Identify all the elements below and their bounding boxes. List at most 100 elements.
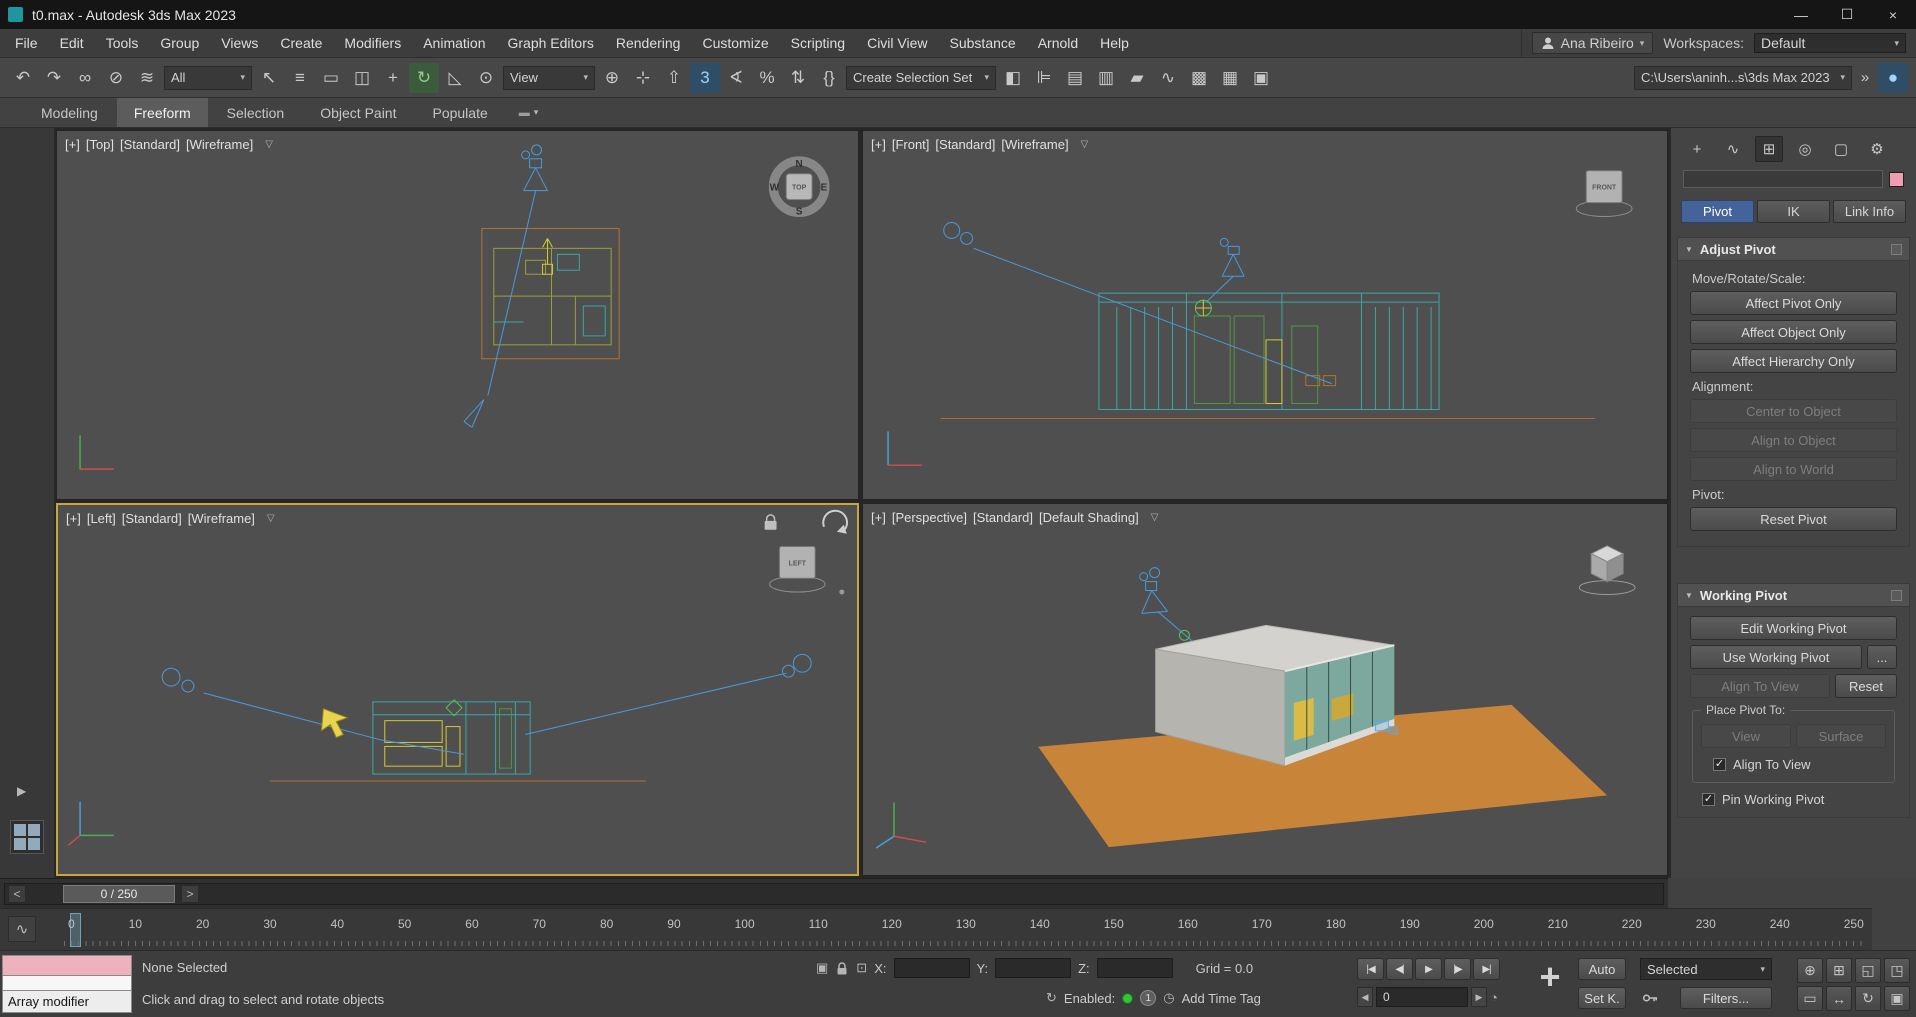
viewport-shading-menu[interactable]: [Default Shading] — [1039, 510, 1139, 525]
frame-spin-up-button[interactable]: ▶ — [1471, 987, 1487, 1007]
redo-icon[interactable]: ↷ — [39, 63, 69, 93]
set-keys-button[interactable]: + — [1528, 955, 1572, 999]
tab-ik[interactable]: IK — [1757, 200, 1830, 223]
menu-customize[interactable]: Customize — [691, 29, 779, 57]
select-and-rotate-icon[interactable]: ↻ — [409, 63, 439, 93]
viewport-left[interactable]: LEFT — [56, 503, 859, 876]
progressive-display-icon[interactable]: ↻ — [1046, 990, 1057, 1006]
ribbon-toggle-icon[interactable]: ▰ — [1122, 63, 1152, 93]
time-slider-grip[interactable]: 0 / 250 — [63, 885, 175, 903]
listener-line[interactable] — [2, 976, 132, 991]
viewport-pov-menu[interactable]: [Top] — [86, 137, 114, 152]
align-icon[interactable]: ⊫ — [1029, 63, 1059, 93]
layout-tabs-expand-button[interactable]: ▶ — [17, 784, 26, 798]
unlink-selection-icon[interactable]: ⊘ — [101, 63, 131, 93]
use-center-icon[interactable]: ⊕ — [597, 63, 627, 93]
snaps-toggle-3d-icon[interactable]: 3 — [690, 63, 720, 93]
object-name-field[interactable] — [1683, 170, 1883, 188]
zoom-extents-all-icon[interactable]: ◳ — [1884, 958, 1910, 983]
viewport-plus-menu[interactable]: [+] — [66, 511, 81, 526]
reset-working-pivot-button[interactable]: Reset — [1835, 674, 1897, 698]
project-folder-dropdown[interactable]: C:\Users\aninh...s\3ds Max 2023 ▾ — [1634, 66, 1852, 90]
schematic-view-icon[interactable]: ▩ — [1184, 63, 1214, 93]
menu-group[interactable]: Group — [149, 29, 210, 57]
absolute-mode-icon[interactable]: ⊡ — [856, 960, 867, 976]
viewport-funnel-icon[interactable]: ▽ — [267, 513, 275, 524]
reference-coordinate-dropdown[interactable]: View ▾ — [503, 66, 595, 90]
curve-editor-icon[interactable]: ∿ — [1153, 63, 1183, 93]
previous-frame-button[interactable]: ◀| — [1386, 958, 1413, 980]
menu-graph-editors[interactable]: Graph Editors — [496, 29, 604, 57]
macro-recorder-line[interactable] — [2, 955, 132, 976]
key-filters-icon[interactable] — [1642, 992, 1660, 1004]
viewport-layout-grid-button[interactable] — [10, 820, 44, 854]
affect-pivot-only-button[interactable]: Affect Pivot Only — [1690, 291, 1897, 315]
next-frame-button[interactable]: |▶ — [1444, 958, 1471, 980]
object-color-swatch[interactable] — [1889, 172, 1904, 187]
frame-spin-down-button[interactable]: ◀ — [1357, 987, 1373, 1007]
viewport-top-canvas[interactable]: N W E S TOP — [57, 131, 858, 499]
mini-curve-editor-button[interactable]: ∿ — [8, 916, 36, 942]
time-slider-prev-button[interactable]: < — [8, 885, 26, 903]
menu-substance[interactable]: Substance — [939, 29, 1027, 57]
viewport-funnel-icon[interactable]: ▽ — [265, 139, 273, 150]
select-and-manipulate-icon[interactable]: ⊹ — [628, 63, 658, 93]
x-field[interactable] — [894, 958, 970, 978]
menu-file[interactable]: File — [4, 29, 49, 57]
tab-populate[interactable]: Populate — [415, 98, 504, 127]
workspace-dropdown[interactable]: Default ▾ — [1754, 33, 1906, 53]
maximize-button[interactable]: ☐ — [1824, 0, 1870, 29]
menu-civil-view[interactable]: Civil View — [856, 29, 938, 57]
viewport-plus-menu[interactable]: [+] — [871, 510, 886, 525]
affect-hierarchy-only-button[interactable]: Affect Hierarchy Only — [1690, 349, 1897, 373]
track-bar[interactable]: ∿ 01020304050607080901001101201301401501… — [0, 908, 1872, 950]
viewport-display-menu[interactable]: [Standard] — [973, 510, 1033, 525]
viewport-shading-menu[interactable]: [Wireframe] — [188, 511, 255, 526]
tab-freeform[interactable]: Freeform — [117, 98, 208, 127]
tab-link-info[interactable]: Link Info — [1833, 200, 1906, 223]
y-field[interactable] — [995, 958, 1071, 978]
fov-icon[interactable]: ▭ — [1797, 986, 1823, 1011]
render-production-button[interactable]: ● — [1878, 63, 1908, 93]
viewport-front-canvas[interactable]: FRONT — [863, 131, 1667, 499]
time-slider-track[interactable]: < 0 / 250 > — [4, 883, 1664, 905]
viewport-display-menu[interactable]: [Standard] — [122, 511, 182, 526]
viewport-top[interactable]: N W E S TOP — [56, 130, 859, 500]
menu-rendering[interactable]: Rendering — [605, 29, 692, 57]
key-filters-button[interactable]: Filters... — [1680, 987, 1772, 1009]
go-to-end-button[interactable]: ▶| — [1473, 958, 1500, 980]
tab-modeling[interactable]: Modeling — [24, 98, 115, 127]
viewcube-face-label[interactable]: LEFT — [789, 560, 807, 567]
align-to-view-checkbox[interactable]: ✓ — [1713, 758, 1726, 771]
menu-edit[interactable]: Edit — [49, 29, 95, 57]
user-account-button[interactable]: Ana Ribeiro ▾ — [1532, 32, 1654, 54]
viewport-perspective[interactable]: [+][Perspective][Standard][Default Shadi… — [862, 503, 1668, 876]
auto-key-button[interactable]: Auto — [1578, 958, 1626, 980]
menu-modifiers[interactable]: Modifiers — [333, 29, 412, 57]
viewcube-left[interactable]: LEFT — [770, 547, 845, 595]
window-crossing-icon[interactable]: ◫ — [347, 63, 377, 93]
rectangular-selection-icon[interactable]: ▭ — [316, 63, 346, 93]
tab-object-paint[interactable]: Object Paint — [303, 98, 413, 127]
viewport-perspective-canvas[interactable] — [863, 504, 1667, 875]
viewcube-front[interactable]: FRONT — [1576, 171, 1632, 217]
working-pivot-more-button[interactable]: ... — [1867, 645, 1897, 669]
camera-objects[interactable] — [162, 654, 811, 754]
utilities-tab-icon[interactable]: ⚙ — [1863, 136, 1891, 162]
z-field[interactable] — [1097, 958, 1173, 978]
named-selection-set-dropdown[interactable]: Create Selection Set ▾ — [846, 66, 996, 90]
menu-tools[interactable]: Tools — [95, 29, 150, 57]
affect-object-only-button[interactable]: Affect Object Only — [1690, 320, 1897, 344]
menu-views[interactable]: Views — [210, 29, 269, 57]
svg-text:W[interactable]: W — [770, 183, 780, 194]
viewcube-face-label[interactable]: TOP — [792, 185, 807, 192]
working-pivot-rollout-header[interactable]: ▼ Working Pivot — [1677, 583, 1910, 607]
keyboard-override-icon[interactable]: ⇧ — [659, 63, 689, 93]
tab-pivot[interactable]: Pivot — [1681, 200, 1754, 223]
mirror-icon[interactable]: ◧ — [998, 63, 1028, 93]
viewcube-perspective[interactable] — [1579, 546, 1635, 595]
tab-selection[interactable]: Selection — [210, 98, 302, 127]
modify-tab-icon[interactable]: ∿ — [1719, 136, 1747, 162]
ribbon-config-button[interactable]: ▬ ▾ — [519, 107, 539, 119]
go-to-start-button[interactable]: |◀ — [1357, 958, 1384, 980]
